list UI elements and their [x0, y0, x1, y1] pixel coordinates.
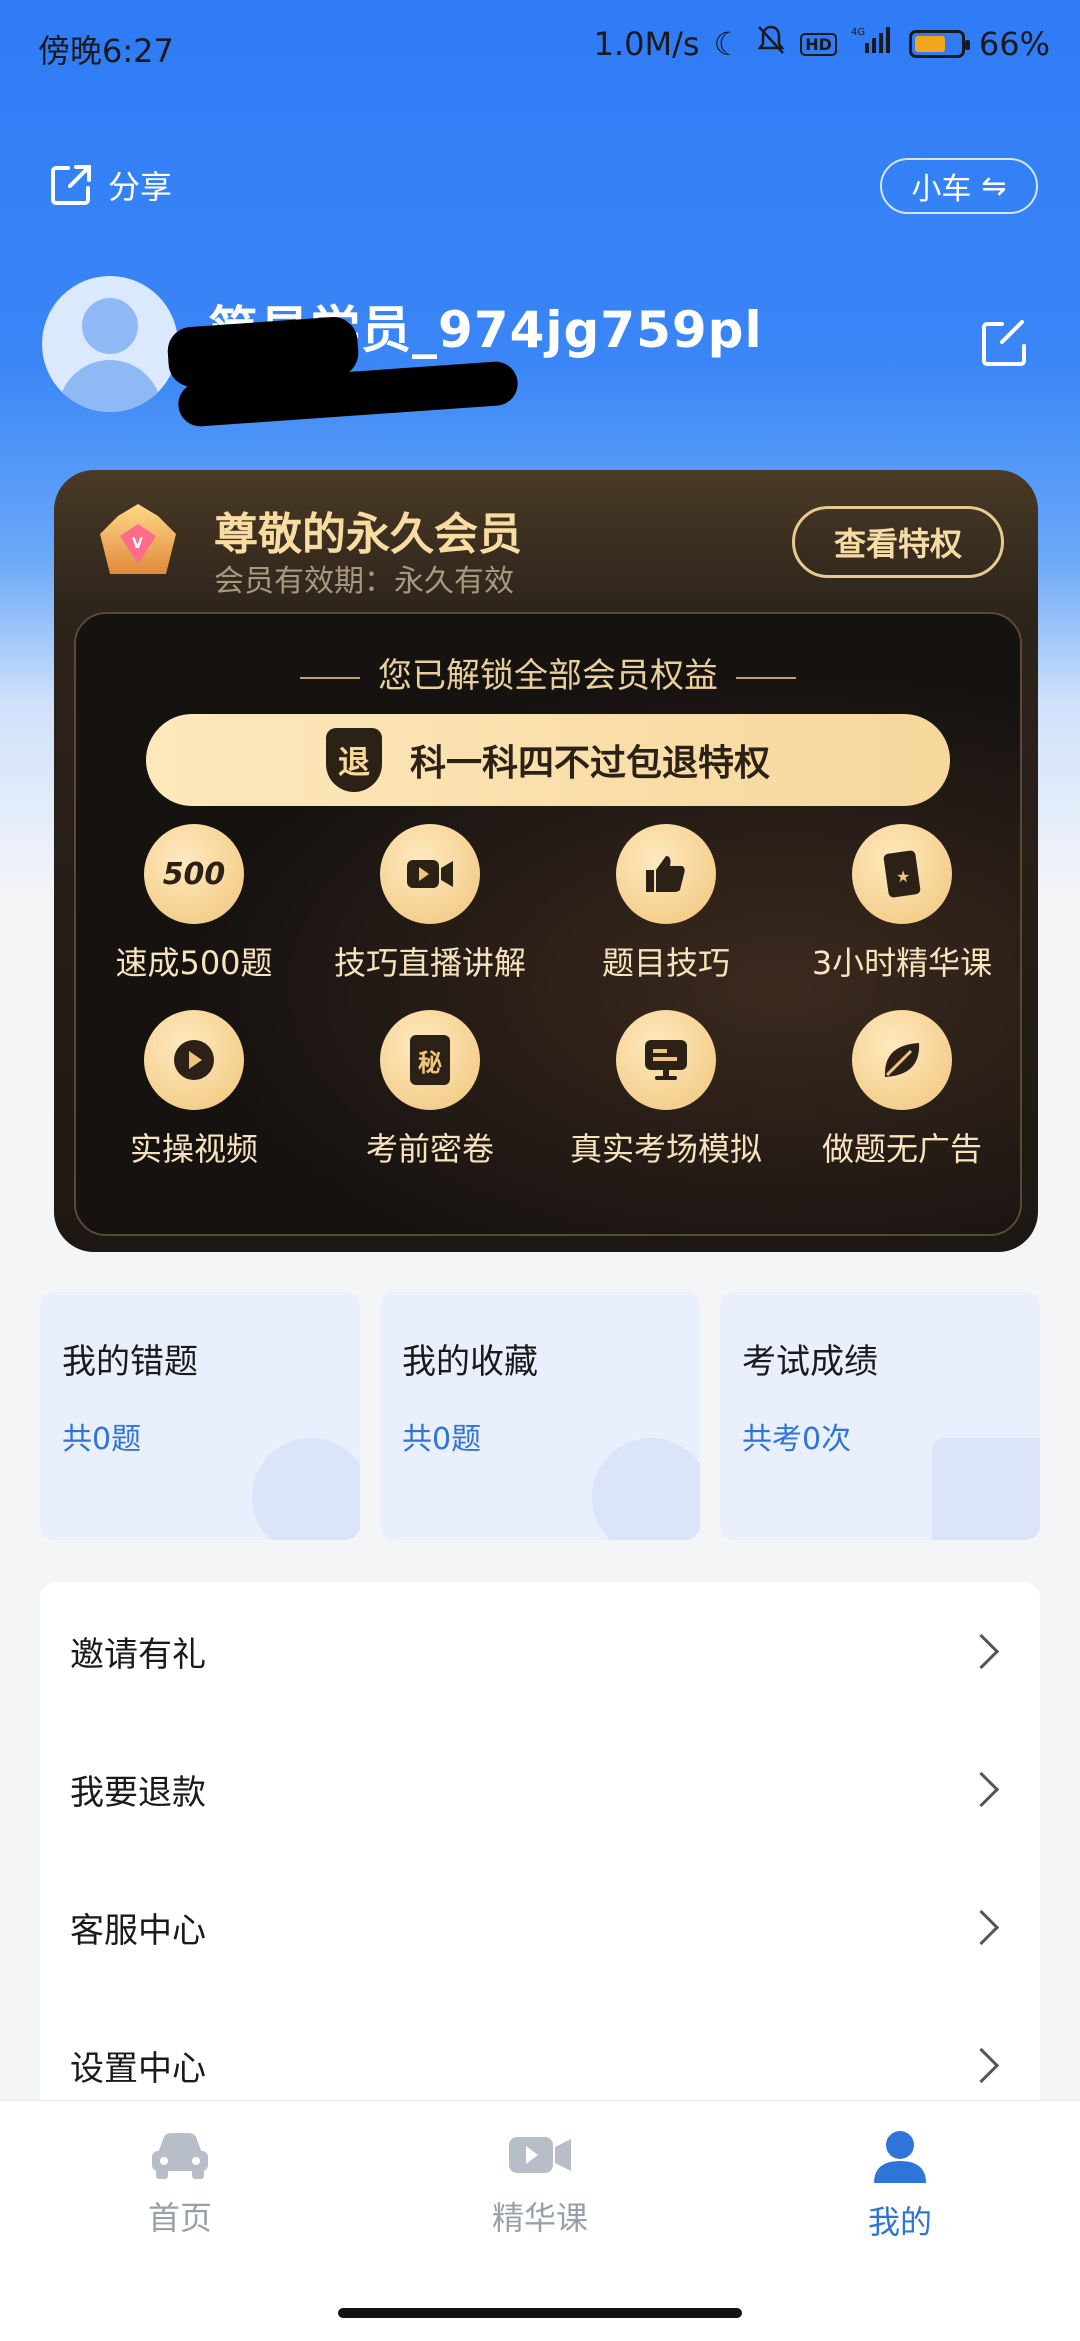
- perk-item[interactable]: 题目技巧: [548, 824, 784, 984]
- battery-icon: [908, 30, 970, 58]
- secret-paper-icon: 秘: [380, 1010, 480, 1110]
- svg-text:V: V: [132, 536, 143, 552]
- video-camera-icon: [380, 824, 480, 924]
- play-icon: [144, 1010, 244, 1110]
- perk-item[interactable]: 秘考前密卷: [312, 1010, 548, 1170]
- stat-count: 共0题: [62, 1422, 142, 1457]
- hd-icon: HD: [800, 32, 837, 56]
- crown-diamond-icon: V: [100, 504, 176, 574]
- vehicle-switch-button[interactable]: 小车 ⇋: [880, 158, 1038, 214]
- edit-icon: [982, 320, 1026, 366]
- network-speed: 1.0M/s: [593, 25, 700, 63]
- tab-mine[interactable]: 我的: [810, 2129, 990, 2243]
- avatar[interactable]: [42, 276, 178, 412]
- score-100-icon: [932, 1438, 1040, 1540]
- share-label: 分享: [108, 168, 173, 206]
- vip-benefits-panel: 您已解锁全部会员权益 退 科一科四不过包退特权 500 速成500题 技巧直播讲解…: [74, 612, 1022, 1236]
- video-icon: [509, 2137, 571, 2173]
- unlock-heading: 您已解锁全部会员权益: [76, 648, 1020, 697]
- leaf-icon: [852, 1010, 952, 1110]
- chevron-right-icon: [963, 1909, 1000, 1945]
- menu-item-refund[interactable]: 我要退款: [40, 1720, 1040, 1858]
- perk-label: 速成500题: [115, 944, 273, 982]
- perk-item[interactable]: 500 速成500题: [76, 824, 312, 984]
- vip-card: V 尊敬的永久会员 会员有效期：永久有效 查看特权 您已解锁全部会员权益 退 科…: [54, 470, 1038, 1252]
- swap-icon: ⇋: [981, 168, 1007, 204]
- moon-icon: ☾: [713, 25, 743, 63]
- perk-item[interactable]: 真实考场模拟: [548, 1010, 784, 1170]
- menu-item-support[interactable]: 客服中心: [40, 1858, 1040, 1996]
- stat-count: 共0题: [402, 1422, 482, 1457]
- monitor-icon: [616, 1010, 716, 1110]
- stats-row: 我的错题 共0题 我的收藏 共0题 考试成绩 共考0次: [40, 1292, 1040, 1540]
- perk-label: 3小时精华课: [811, 944, 993, 982]
- svg-text:★: ★: [896, 867, 910, 886]
- vehicle-switch-label: 小车: [911, 172, 972, 207]
- view-privileges-button[interactable]: 查看特权: [792, 506, 1004, 578]
- wrong-questions-card[interactable]: 我的错题 共0题: [40, 1292, 360, 1540]
- star-card-icon: ★: [852, 824, 952, 924]
- signal-4g-icon: 4G: [851, 25, 895, 63]
- vip-subtitle: 会员有效期：永久有效: [214, 564, 514, 599]
- bell-off-icon: [756, 24, 786, 64]
- perk-item[interactable]: 实操视频: [76, 1010, 312, 1170]
- tab-label: 精华课: [491, 2199, 588, 2237]
- perk-label: 实操视频: [129, 1130, 258, 1168]
- menu-label: 客服中心: [70, 1910, 206, 1951]
- unlock-text: 您已解锁全部会员权益: [378, 656, 718, 696]
- thumbs-up-icon: [616, 824, 716, 924]
- perk-label: 题目技巧: [601, 944, 730, 982]
- refund-privilege-bar[interactable]: 退 科一科四不过包退特权: [146, 714, 950, 806]
- tab-label: 我的: [867, 2203, 932, 2241]
- svg-text:4G: 4G: [851, 27, 865, 38]
- tab-home[interactable]: 首页: [90, 2129, 270, 2239]
- refund-privilege-text: 科一科四不过包退特权: [409, 743, 770, 784]
- perk-label: 做题无广告: [821, 1130, 982, 1168]
- edit-profile-button[interactable]: [978, 318, 1030, 370]
- status-icons: 1.0M/s ☾ HD 4G 66%: [594, 24, 1050, 64]
- stat-count: 共考0次: [742, 1422, 852, 1457]
- user-icon: [874, 2131, 926, 2183]
- perk-label: 技巧直播讲解: [333, 944, 526, 982]
- home-indicator: [338, 2308, 742, 2318]
- battery-percent: 66%: [978, 25, 1050, 63]
- chevron-right-icon: [963, 1633, 1000, 1669]
- menu-label: 我要退款: [70, 1772, 206, 1813]
- bottom-tab-bar: 首页 精华课 我的: [0, 2100, 1080, 2341]
- perk-label: 考前密卷: [365, 1130, 494, 1168]
- status-time: 傍晚6:27: [38, 32, 174, 70]
- tab-courses[interactable]: 精华课: [450, 2129, 630, 2239]
- favorites-card[interactable]: 我的收藏 共0题: [380, 1292, 700, 1540]
- perk-item[interactable]: 技巧直播讲解: [312, 824, 548, 984]
- car-icon: [152, 2133, 208, 2179]
- stat-title: 我的错题: [62, 1342, 198, 1382]
- refund-shield-icon: 退: [325, 728, 382, 792]
- share-button[interactable]: 分享: [48, 162, 172, 208]
- chevron-right-icon: [963, 2047, 1000, 2083]
- menu-item-invite[interactable]: 邀请有礼: [40, 1582, 1040, 1720]
- vip-title: 尊敬的永久会员: [214, 509, 522, 560]
- chevron-right-icon: [963, 1771, 1000, 1807]
- menu-label: 邀请有礼: [70, 1634, 206, 1675]
- perk-label: 真实考场模拟: [569, 1130, 762, 1168]
- perk-item[interactable]: ★ 3小时精华课: [784, 824, 1020, 984]
- star-badge-icon: [592, 1438, 700, 1540]
- status-bar: 傍晚6:27 1.0M/s ☾ HD 4G 66%: [0, 0, 1080, 92]
- exam-scores-card[interactable]: 考试成绩 共考0次: [720, 1292, 1040, 1540]
- 500-icon: 500: [144, 824, 244, 924]
- tab-label: 首页: [147, 2199, 212, 2237]
- settings-menu: 邀请有礼 我要退款 客服中心 设置中心: [40, 1582, 1040, 2142]
- perk-item[interactable]: 做题无广告: [784, 1010, 1020, 1170]
- perk-grid: 500 速成500题 技巧直播讲解 题目技巧 ★ 3小时精华课 实操视频 秘考前密卷…: [76, 824, 1020, 1170]
- stat-title: 我的收藏: [402, 1342, 538, 1382]
- stat-title: 考试成绩: [742, 1342, 878, 1382]
- x-circle-icon: [252, 1438, 360, 1540]
- share-icon: [51, 165, 91, 205]
- menu-label: 设置中心: [70, 2048, 206, 2089]
